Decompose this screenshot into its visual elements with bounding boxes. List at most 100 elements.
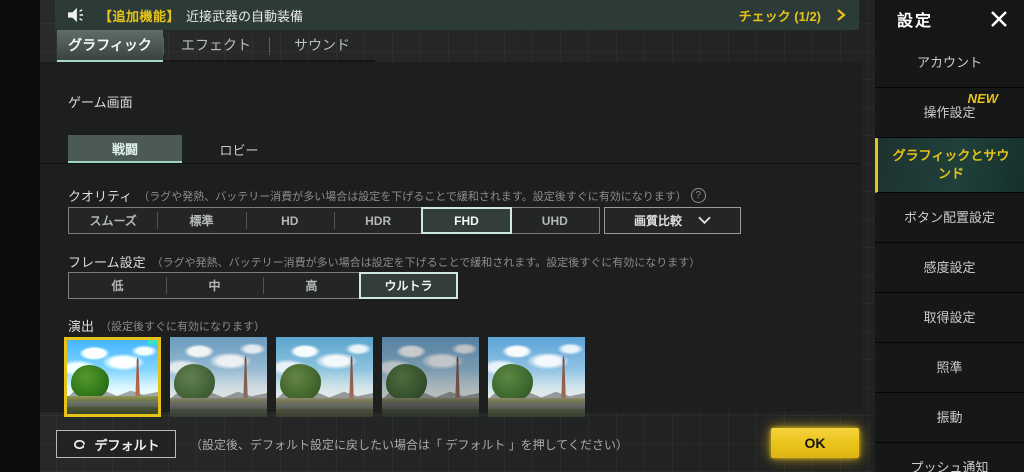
close-icon[interactable] bbox=[988, 8, 1010, 30]
speaker-icon bbox=[68, 7, 84, 23]
default-button[interactable]: デフォルト bbox=[56, 430, 176, 458]
frame-option-label: 低 bbox=[111, 279, 124, 293]
sidebar-header: 設定 bbox=[875, 0, 1024, 38]
frame-option-label: 高 bbox=[305, 279, 318, 293]
quality-option[interactable]: HDR bbox=[333, 208, 422, 233]
thumbnail-scene bbox=[67, 340, 158, 414]
sidebar-menu-item[interactable]: プッシュ通知 bbox=[875, 443, 1024, 472]
quality-option-label: 標準 bbox=[189, 214, 214, 228]
game-screen-subtab-label: ロビー bbox=[219, 142, 259, 158]
sidebar-menu-item[interactable]: 取得設定 bbox=[875, 293, 1024, 343]
frame-options: 低 中 高 ウルトラ bbox=[68, 272, 458, 299]
announcement-message: 近接武器の自動装備 bbox=[186, 8, 304, 24]
settings-tab-label: サウンド bbox=[294, 37, 350, 53]
quality-option-label: スムーズ bbox=[89, 214, 137, 228]
chevron-down-icon bbox=[698, 216, 711, 225]
scene-tree bbox=[70, 365, 109, 400]
effect-label: 演出 bbox=[68, 319, 95, 334]
quality-section: クオリティ （ラグや発熱、バッテリー消費が多い場合は設定を下げることで緩和されま… bbox=[68, 186, 706, 205]
game-screen-subtab[interactable]: 戦闘 bbox=[68, 135, 182, 163]
quality-label: クオリティ bbox=[68, 189, 133, 204]
quality-option[interactable]: HD bbox=[245, 208, 334, 233]
effect-style-thumbnail[interactable] bbox=[488, 337, 585, 417]
quality-option[interactable]: 標準 bbox=[157, 208, 245, 233]
thumbnail-scene bbox=[488, 337, 585, 417]
frame-option[interactable]: 中 bbox=[166, 273, 263, 298]
scene-tree bbox=[173, 364, 215, 401]
effect-style-thumbnail[interactable] bbox=[276, 337, 373, 417]
game-screen-subtab[interactable]: ロビー bbox=[182, 135, 296, 163]
sidebar-menu-item-label: 操作設定 bbox=[923, 104, 976, 120]
frame-description: （ラグや発熱、バッテリー消費が多い場合は設定を下げることで緩和されます。設定後す… bbox=[151, 256, 701, 269]
default-button-label: デフォルト bbox=[94, 437, 160, 453]
quality-option-label: FHD bbox=[454, 213, 479, 228]
sidebar-menu-item-label: ボタン配置設定 bbox=[903, 209, 995, 225]
scene-tree bbox=[385, 364, 427, 401]
quality-option[interactable]: スムーズ bbox=[69, 208, 157, 233]
sidebar-menu-item-label: 照準 bbox=[936, 359, 963, 375]
sidebar-menu-item[interactable]: グラフィックとサウンド bbox=[875, 138, 1024, 193]
sidebar-menu-item[interactable]: 振動 bbox=[875, 393, 1024, 443]
graphics-panel: ゲーム画面 戦闘 ロビー クオリティ （ラグや発熱、バッテリー消費が多い場合は設… bbox=[40, 62, 862, 417]
quality-description: （ラグや発熱、バッテリー消費が多い場合は設定を下げることで緩和されます。設定後す… bbox=[138, 190, 687, 203]
settings-sidebar: 設定 アカウント NEW 操作設定 グラフィックとサウンド ボタン配置設定 感度… bbox=[875, 0, 1024, 472]
quality-compare-dropdown[interactable]: 画質比較 bbox=[604, 207, 741, 234]
settings-tab-label: エフェクト bbox=[181, 37, 251, 53]
frame-option[interactable]: ウルトラ bbox=[359, 272, 458, 299]
settings-tab[interactable]: エフェクト bbox=[163, 30, 269, 62]
ok-button[interactable]: OK bbox=[771, 428, 859, 458]
sidebar-menu-item-label: 取得設定 bbox=[923, 309, 976, 325]
settings-tab[interactable]: グラフィック bbox=[57, 30, 163, 62]
quality-option-label: HD bbox=[281, 213, 299, 228]
announcement-bar[interactable]: 【追加機能】 近接武器の自動装備 チェック (1/2) bbox=[55, 0, 859, 30]
sidebar-menu-item[interactable]: 感度設定 bbox=[875, 243, 1024, 293]
quality-options: スムーズ 標準 HD HDR FHD UHD bbox=[68, 207, 600, 234]
game-screen-label: ゲーム画面 bbox=[68, 95, 133, 110]
quality-compare-label: 画質比較 bbox=[633, 214, 682, 228]
frame-option[interactable]: 低 bbox=[69, 273, 166, 298]
sidebar-menu-item-label: 振動 bbox=[936, 409, 963, 425]
quality-option[interactable]: FHD bbox=[421, 207, 512, 234]
footer-bar: デフォルト （設定後、デフォルト設定に戻したい場合は「 デフォルト 」を押してく… bbox=[0, 412, 875, 472]
effect-section: 演出 （設定後すぐに有効になります） bbox=[68, 316, 265, 335]
effect-style-thumbnail[interactable] bbox=[382, 337, 479, 417]
sidebar-menu-item-label: アカウント bbox=[916, 54, 982, 70]
ok-button-label: OK bbox=[804, 435, 826, 451]
frame-option-label: 中 bbox=[208, 279, 221, 293]
settings-tab-bar: グラフィック エフェクト サウンド bbox=[57, 30, 375, 62]
effect-description: （設定後すぐに有効になります） bbox=[100, 320, 266, 333]
sidebar-menu-item-label: プッシュ通知 bbox=[910, 459, 989, 472]
settings-screen: 【追加機能】 近接武器の自動装備 チェック (1/2) グラフィック エフェクト… bbox=[0, 0, 1024, 472]
sidebar-menu: アカウント NEW 操作設定 グラフィックとサウンド ボタン配置設定 感度設定 … bbox=[875, 38, 1024, 472]
game-screen-subtab-label: 戦闘 bbox=[111, 141, 138, 157]
game-screen-section: ゲーム画面 bbox=[68, 92, 133, 111]
new-badge: NEW bbox=[967, 91, 998, 106]
announcement-tag: 【追加機能】 bbox=[99, 8, 181, 24]
effect-style-thumbnail[interactable] bbox=[64, 337, 161, 417]
frame-section: フレーム設定 （ラグや発熱、バッテリー消費が多い場合は設定を下げることで緩和され… bbox=[68, 252, 700, 271]
check-counter[interactable]: チェック (1/2) bbox=[739, 6, 821, 25]
sidebar-menu-item-label: グラフィックとサウンド bbox=[892, 148, 1010, 181]
sidebar-menu-item[interactable]: 照準 bbox=[875, 343, 1024, 393]
settings-tab[interactable]: サウンド bbox=[269, 30, 375, 62]
chevron-right-icon[interactable] bbox=[835, 9, 847, 21]
sidebar-menu-item[interactable]: アカウント bbox=[875, 38, 1024, 88]
sidebar-menu-item[interactable]: ボタン配置設定 bbox=[875, 193, 1024, 243]
quality-option[interactable]: UHD bbox=[511, 208, 599, 233]
frame-option-label: ウルトラ bbox=[384, 279, 433, 293]
thumbnail-scene bbox=[276, 337, 373, 417]
scene-tree bbox=[491, 364, 533, 401]
quality-option-label: UHD bbox=[541, 213, 568, 228]
effect-style-thumbnail[interactable] bbox=[170, 337, 267, 417]
help-icon[interactable]: ? bbox=[690, 188, 706, 203]
game-screen-subtabs: 戦闘 ロビー bbox=[40, 135, 862, 164]
settings-title: 設定 bbox=[897, 13, 934, 30]
sidebar-menu-item-label: 感度設定 bbox=[923, 259, 976, 275]
sidebar-menu-item[interactable]: NEW 操作設定 bbox=[875, 88, 1024, 138]
left-edge-strip bbox=[0, 0, 40, 472]
effect-style-thumbnails bbox=[64, 337, 585, 417]
settings-tab-label: グラフィック bbox=[68, 37, 152, 53]
frame-option[interactable]: 高 bbox=[263, 273, 360, 298]
quality-option-label: HDR bbox=[365, 213, 392, 228]
frame-label: フレーム設定 bbox=[68, 255, 146, 270]
